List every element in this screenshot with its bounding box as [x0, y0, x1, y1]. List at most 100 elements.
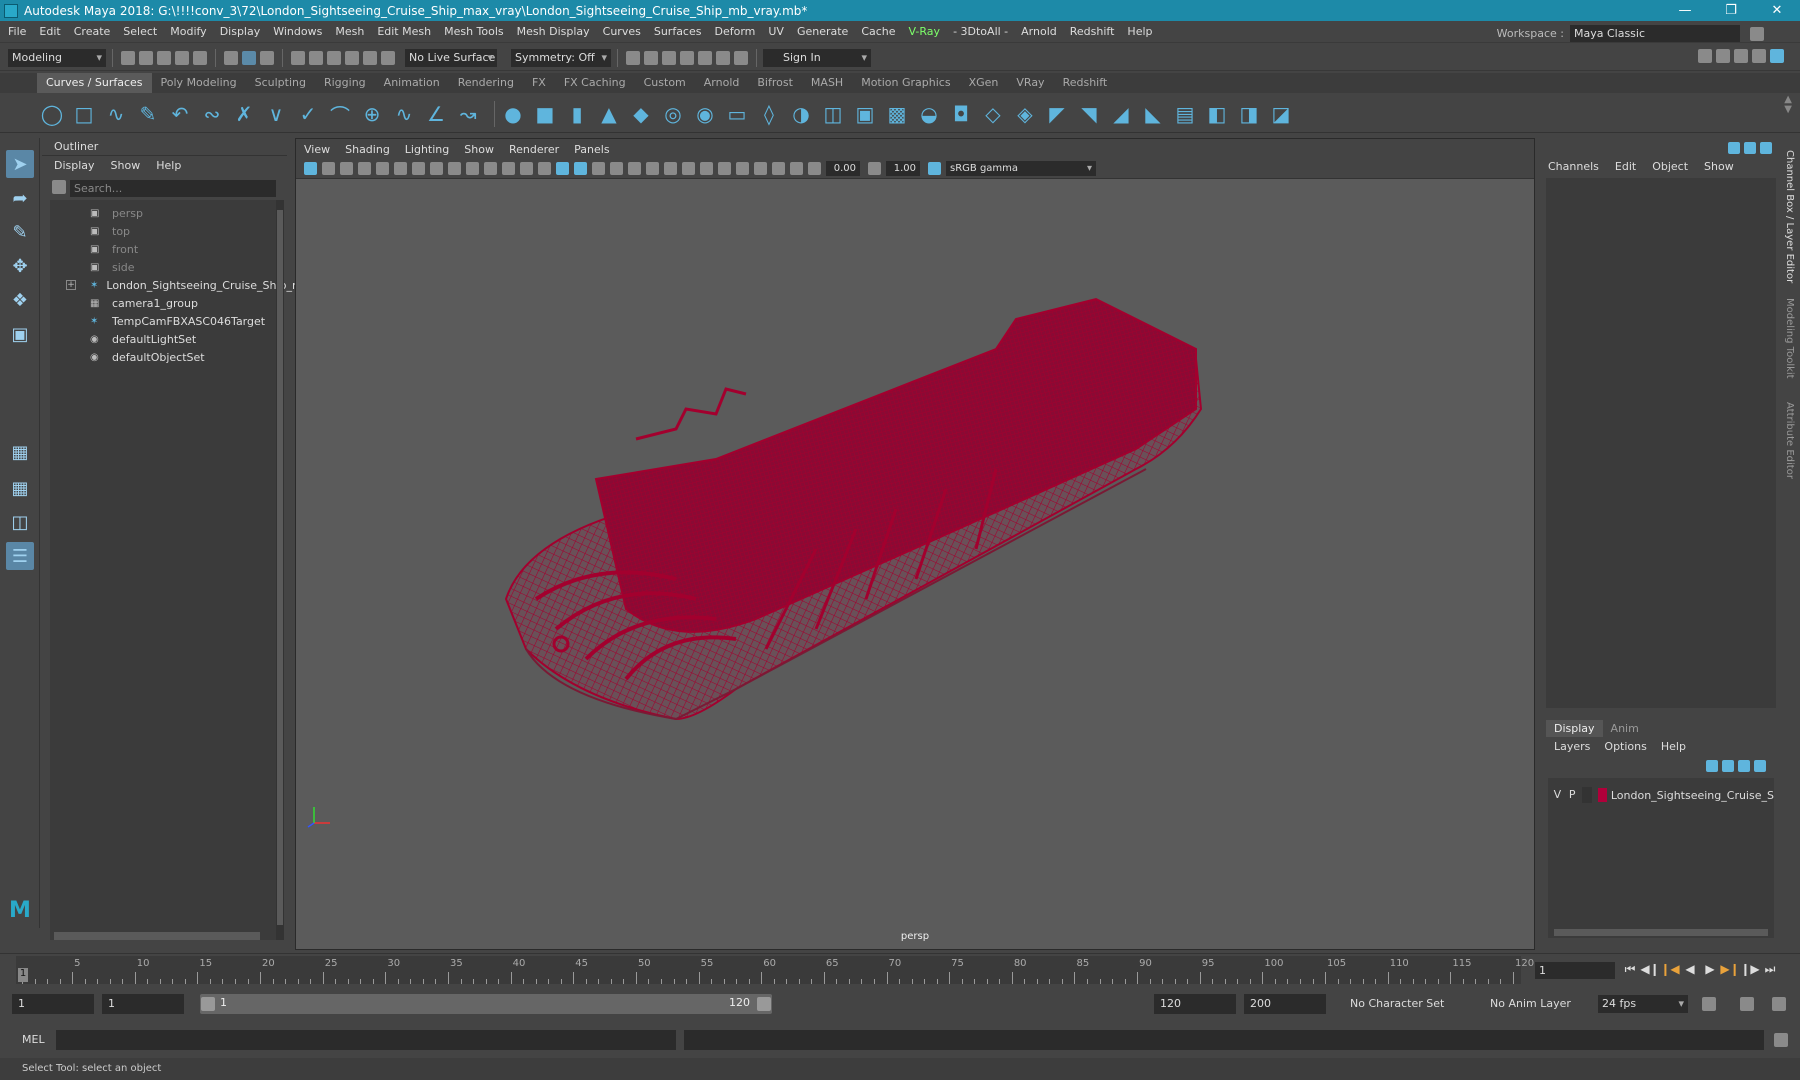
rotate-tool-icon[interactable]: ❖ — [6, 286, 34, 314]
menu-arnold[interactable]: Arnold — [1021, 25, 1057, 38]
viewport-menu-show[interactable]: Show — [464, 143, 494, 156]
loop-icon[interactable] — [1702, 997, 1716, 1011]
shelf-tab-rigging[interactable]: Rigging — [315, 73, 375, 93]
shelf-tab-sculpting[interactable]: Sculpting — [246, 73, 315, 93]
nurbs-cone-icon[interactable]: ▲ — [597, 102, 621, 126]
scene-end-field[interactable]: 200 — [1244, 994, 1326, 1014]
range-start-handle[interactable] — [201, 997, 215, 1011]
project-curve-icon[interactable]: ◇ — [981, 102, 1005, 126]
extend-surface-icon[interactable]: ◨ — [1237, 102, 1261, 126]
resolution-gate-icon[interactable] — [466, 162, 479, 175]
grease-pencil-icon[interactable] — [412, 162, 425, 175]
layer-menu-help[interactable]: Help — [1661, 740, 1686, 753]
render-frame-icon[interactable] — [626, 50, 640, 65]
nurbs-circle-icon[interactable]: ◯ — [40, 102, 64, 126]
open-scene-icon[interactable] — [139, 50, 153, 65]
render-settings-icon[interactable] — [680, 50, 694, 65]
shelf-tab-vray[interactable]: VRay — [1007, 73, 1053, 93]
side-tab-channel-box[interactable]: Channel Box / Layer Editor — [1784, 150, 1795, 283]
loft-icon[interactable]: ▭ — [725, 102, 749, 126]
viewport-canvas[interactable] — [296, 179, 1534, 949]
select-tool-icon[interactable]: ➤ — [6, 150, 34, 178]
bookmarks-icon[interactable] — [358, 162, 371, 175]
menu-help[interactable]: Help — [1127, 25, 1152, 38]
untrim-icon[interactable]: ◥ — [1077, 102, 1101, 126]
channel-box-icon[interactable] — [1770, 49, 1784, 63]
outliner-menu-help[interactable]: Help — [156, 159, 181, 172]
menu-edit[interactable]: Edit — [39, 25, 60, 38]
tab-display[interactable]: Display — [1546, 720, 1603, 737]
ep-curve-icon[interactable]: ∿ — [104, 102, 128, 126]
new-layer-selected-icon[interactable] — [1754, 760, 1766, 772]
outliner-item[interactable]: ◉ defaultObjectSet — [50, 348, 280, 366]
shelf-tab-fx[interactable]: FX — [523, 73, 555, 93]
render-view-icon[interactable] — [644, 50, 658, 65]
nurbs-plane-icon[interactable]: ◆ — [629, 102, 653, 126]
play-forward-icon[interactable]: ▶ — [1700, 962, 1720, 977]
move-layer-up-icon[interactable] — [1706, 760, 1718, 772]
outliner-item[interactable]: ▣ top — [50, 222, 280, 240]
colorspace-dropdown[interactable]: sRGB gamma — [946, 161, 1096, 176]
square-surface-icon[interactable]: ▩ — [885, 102, 909, 126]
outliner-item[interactable]: ▦ camera1_group — [50, 294, 280, 312]
viewport-menu-view[interactable]: View — [304, 143, 330, 156]
offset-curve-icon[interactable]: ∿ — [392, 102, 416, 126]
mel-input[interactable] — [56, 1030, 676, 1050]
outliner-menu-show[interactable]: Show — [111, 159, 141, 172]
auto-key-icon[interactable] — [1740, 997, 1754, 1011]
shelf-tab-fx-caching[interactable]: FX Caching — [555, 73, 635, 93]
textured-icon[interactable] — [610, 162, 623, 175]
menu-cache[interactable]: Cache — [861, 25, 895, 38]
redo-icon[interactable] — [193, 50, 207, 65]
modeling-toolkit-icon[interactable] — [1698, 49, 1712, 63]
shelf-tab-rendering[interactable]: Rendering — [449, 73, 523, 93]
safe-action-icon[interactable] — [520, 162, 533, 175]
menu-create[interactable]: Create — [74, 25, 111, 38]
current-frame-marker[interactable]: 1 — [18, 968, 28, 982]
use-lights-icon[interactable] — [628, 162, 641, 175]
smooth-shade-icon[interactable] — [574, 162, 587, 175]
channel-icon[interactable] — [1728, 142, 1740, 154]
curve-cut-icon[interactable]: ✗ — [232, 102, 256, 126]
nurbs-cube-icon[interactable]: ■ — [533, 102, 557, 126]
outliner-search-input[interactable]: Search... — [70, 180, 276, 197]
channel-box-menu-edit[interactable]: Edit — [1615, 160, 1636, 173]
current-frame-field[interactable]: 1 — [1535, 962, 1615, 979]
menu-v-ray[interactable]: V-Ray — [909, 25, 941, 38]
layer-hscrollbar[interactable] — [1554, 929, 1768, 936]
character-set-dropdown[interactable]: No Character Set — [1344, 994, 1456, 1014]
outliner-hscrollbar[interactable] — [54, 932, 260, 940]
mel-label[interactable]: MEL — [22, 1033, 45, 1046]
curve-attach-icon[interactable]: ∨ — [264, 102, 288, 126]
motion-blur-icon[interactable] — [718, 162, 731, 175]
outliner-item[interactable]: ✶ TempCamFBXASC046Target — [50, 312, 280, 330]
range-end-handle[interactable] — [757, 997, 771, 1011]
outliner-layout-icon[interactable]: ☰ — [6, 542, 34, 570]
lasso-tool-icon[interactable]: ➦ — [6, 184, 34, 212]
gamma-field[interactable]: 1.00 — [886, 161, 920, 176]
lock-camera-icon[interactable] — [322, 162, 335, 175]
play-backward-icon[interactable]: ◀ — [1680, 962, 1700, 977]
outliner-item[interactable]: ◉ defaultLightSet — [50, 330, 280, 348]
outliner-item[interactable]: ▣ persp — [50, 204, 280, 222]
layer-menu-layers[interactable]: Layers — [1554, 740, 1590, 753]
shelf-tab-custom[interactable]: Custom — [635, 73, 695, 93]
snap-point-icon[interactable] — [327, 50, 341, 65]
vray-render-icon[interactable] — [716, 50, 730, 65]
playback-end-field[interactable]: 120 — [1154, 994, 1236, 1014]
shelf-scroll-icon[interactable]: ▲ ▼ — [1784, 95, 1792, 115]
boundary-icon[interactable]: ▣ — [853, 102, 877, 126]
anti-aliasing-icon[interactable] — [736, 162, 749, 175]
range-slider[interactable]: 1 120 — [200, 994, 772, 1014]
bezier-curve-icon[interactable]: ∾ — [200, 102, 224, 126]
ambient-occlusion-icon[interactable] — [700, 162, 713, 175]
move-layer-down-icon[interactable] — [1722, 760, 1734, 772]
image-plane-icon[interactable] — [376, 162, 389, 175]
shelf-tab-arnold[interactable]: Arnold — [695, 73, 749, 93]
side-tab-modeling-toolkit[interactable]: Modeling Toolkit — [1784, 298, 1795, 379]
two-view-icon[interactable]: ◫ — [6, 508, 34, 536]
trim-tool-icon[interactable]: ◤ — [1045, 102, 1069, 126]
two-d-pan-icon[interactable] — [394, 162, 407, 175]
menu-file[interactable]: File — [8, 25, 26, 38]
camera-attributes-icon[interactable] — [340, 162, 353, 175]
